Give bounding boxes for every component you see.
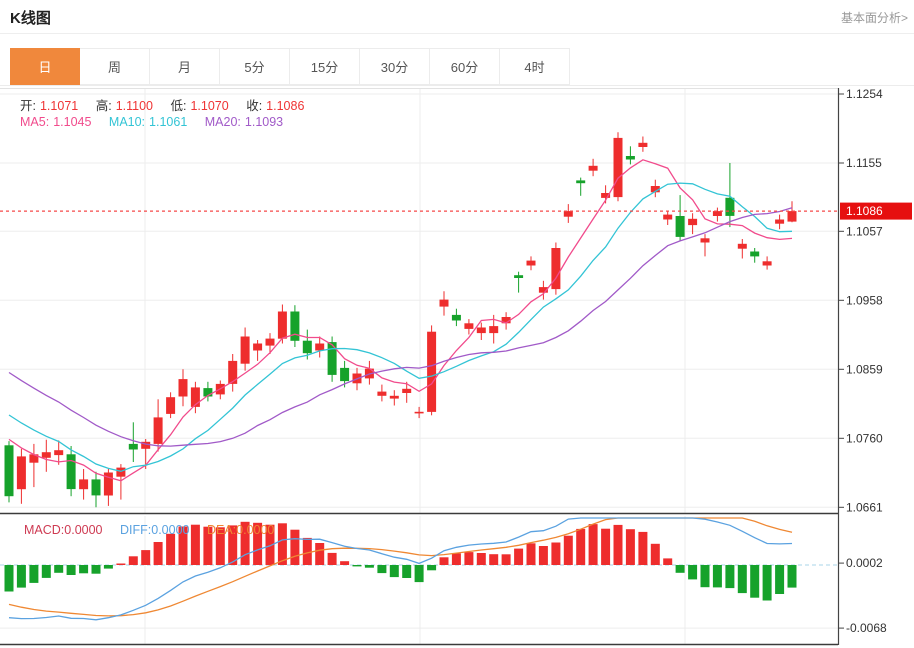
svg-text:1.1086: 1.1086 [846,204,883,218]
tab-5分[interactable]: 5分 [220,48,290,85]
svg-text:1.0661: 1.0661 [846,500,883,514]
tab-月[interactable]: 月 [150,48,220,85]
svg-text:1.0760: 1.0760 [846,431,883,445]
chart-layers: 1.1254 1.1155 1.1057 1.0958 1.0859 1.0760 1.06… [0,88,912,646]
period-tabbar: 日周月 5分 15分 30分 60分 4时 [10,48,570,85]
fundamental-analysis-link[interactable]: 基本面分析> [841,9,908,26]
svg-text:0.0002: 0.0002 [846,556,883,570]
kline-app: K线图 基本面分析> 日周月 5分 15分 30分 60分 4时 1.1254 1.1155… [0,0,914,648]
tab-15分[interactable]: 15分 [290,48,360,85]
page-header: K线图 基本面分析> [0,0,914,34]
svg-text:1.1254: 1.1254 [846,88,883,101]
tab-30分[interactable]: 30分 [360,48,430,85]
kline-chart[interactable]: 1.1254 1.1155 1.1057 1.0958 1.0859 1.0760 1.06… [0,88,914,648]
tab-60分[interactable]: 60分 [430,48,500,85]
svg-text:1.1057: 1.1057 [846,224,883,238]
svg-text:-0.0068: -0.0068 [846,621,887,635]
tabbar-divider [0,85,914,86]
svg-text:1.1155: 1.1155 [846,156,882,170]
page-title: K线图 [10,10,51,27]
svg-text:1.0859: 1.0859 [846,362,883,376]
tab-4时[interactable]: 4时 [500,48,570,85]
tab-日[interactable]: 日 [10,48,80,85]
tab-周[interactable]: 周 [80,48,150,85]
svg-text:1.0958: 1.0958 [846,293,883,307]
